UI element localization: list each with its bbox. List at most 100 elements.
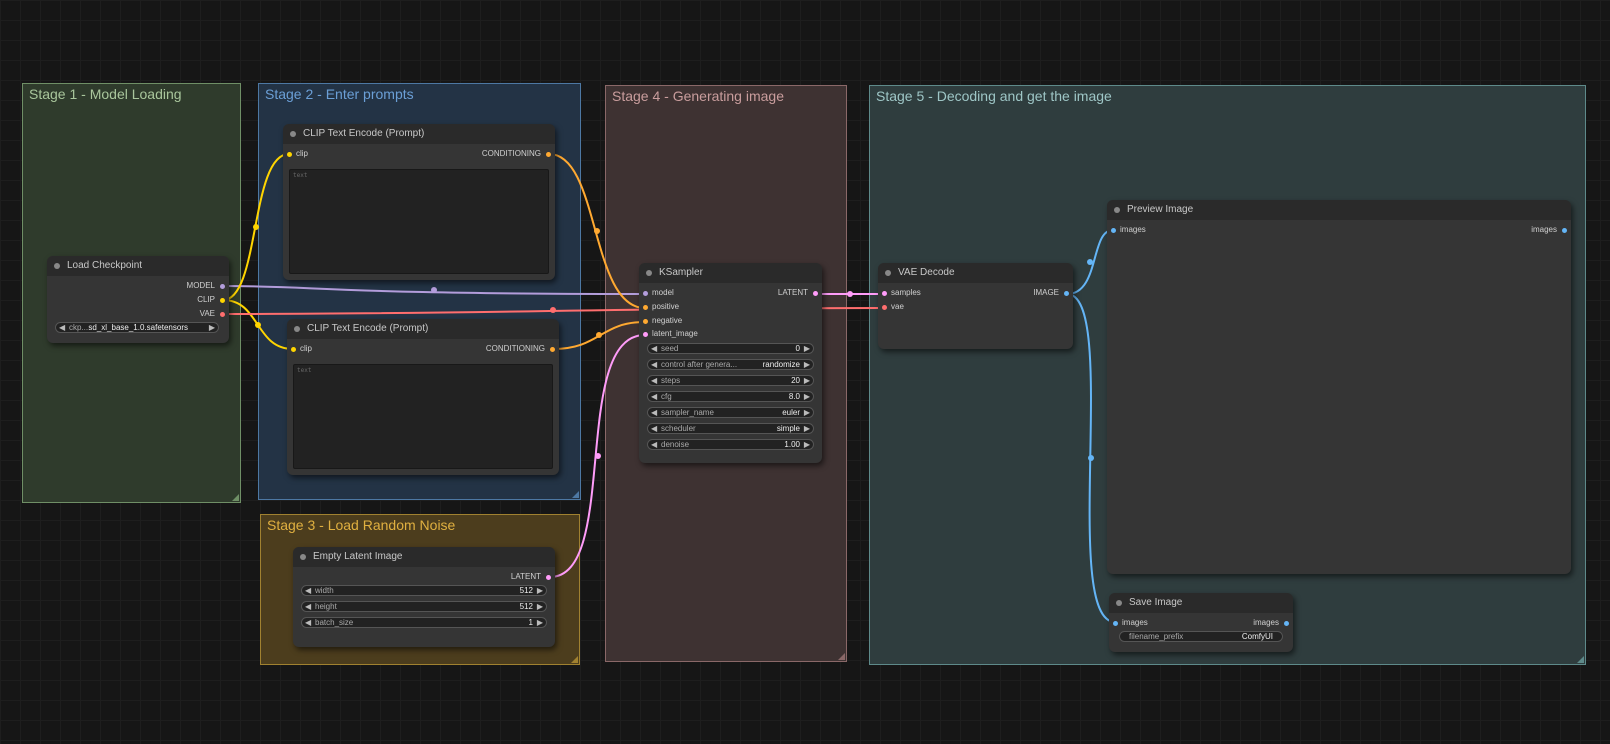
- output-vae-label: VAE: [199, 309, 215, 318]
- input-latent-image-dot[interactable]: [643, 332, 648, 337]
- output-latent-label: LATENT: [777, 288, 808, 297]
- input-positive-dot[interactable]: [643, 305, 648, 310]
- node-header[interactable]: CLIP Text Encode (Prompt): [283, 124, 555, 144]
- node-header[interactable]: Load Checkpoint: [47, 256, 229, 276]
- input-clip-dot[interactable]: [287, 152, 292, 157]
- group-resize-handle[interactable]: [571, 656, 578, 663]
- prompt-textarea[interactable]: text: [293, 364, 553, 469]
- arrow-right-icon[interactable]: ▶: [804, 424, 810, 433]
- node-ksampler[interactable]: KSampler model positive negative latent_…: [639, 263, 822, 463]
- arrow-right-icon[interactable]: ▶: [537, 586, 543, 595]
- group-title-stage3: Stage 3 - Load Random Noise: [267, 517, 456, 533]
- arrow-left-icon[interactable]: ◀: [305, 586, 311, 595]
- input-negative-dot[interactable]: [643, 319, 648, 324]
- width-widget[interactable]: ◀ width 512 ▶: [301, 585, 547, 596]
- arrow-right-icon[interactable]: ▶: [804, 440, 810, 449]
- output-conditioning-dot[interactable]: [550, 347, 555, 352]
- collapse-dot-icon[interactable]: [885, 270, 891, 276]
- input-model-dot[interactable]: [643, 291, 648, 296]
- output-latent-dot[interactable]: [813, 291, 818, 296]
- input-images-dot[interactable]: [1111, 228, 1116, 233]
- node-header[interactable]: CLIP Text Encode (Prompt): [287, 319, 559, 339]
- collapse-dot-icon[interactable]: [646, 270, 652, 276]
- collapse-dot-icon[interactable]: [294, 326, 300, 332]
- denoise-widget[interactable]: ◀ denoise 1.00 ▶: [647, 439, 814, 450]
- group-resize-handle[interactable]: [232, 494, 239, 501]
- arrow-right-icon[interactable]: ▶: [537, 618, 543, 627]
- arrow-left-icon[interactable]: ◀: [651, 408, 657, 417]
- node-empty-latent-image[interactable]: Empty Latent Image LATENT ◀ width 512 ▶ …: [293, 547, 555, 647]
- arrow-left-icon[interactable]: ◀: [651, 360, 657, 369]
- batch-size-widget[interactable]: ◀ batch_size 1 ▶: [301, 617, 547, 628]
- node-title: KSampler: [659, 267, 703, 278]
- group-title-stage1: Stage 1 - Model Loading: [29, 86, 182, 102]
- group-resize-handle[interactable]: [1577, 656, 1584, 663]
- arrow-left-icon[interactable]: ◀: [305, 618, 311, 627]
- output-clip-label: CLIP: [197, 295, 215, 304]
- node-header[interactable]: VAE Decode: [878, 263, 1073, 283]
- widget-label: batch_size: [315, 618, 354, 627]
- arrow-right-icon[interactable]: ▶: [804, 408, 810, 417]
- node-header[interactable]: Save Image: [1109, 593, 1293, 613]
- widget-label: width: [315, 586, 334, 595]
- prompt-textarea[interactable]: text: [289, 169, 549, 274]
- collapse-dot-icon[interactable]: [1116, 600, 1122, 606]
- arrow-left-icon[interactable]: ◀: [651, 440, 657, 449]
- arrow-left-icon[interactable]: ◀: [651, 392, 657, 401]
- node-header[interactable]: KSampler: [639, 263, 822, 283]
- node-vae-decode[interactable]: VAE Decode samples vae IMAGE: [878, 263, 1073, 349]
- cfg-widget[interactable]: ◀ cfg 8.0 ▶: [647, 391, 814, 402]
- output-conditioning-dot[interactable]: [546, 152, 551, 157]
- group-resize-handle[interactable]: [572, 491, 579, 498]
- output-images-dot[interactable]: [1284, 621, 1289, 626]
- input-vae-dot[interactable]: [882, 305, 887, 310]
- input-samples-dot[interactable]: [882, 291, 887, 296]
- arrow-left-icon[interactable]: ◀: [59, 323, 65, 332]
- output-clip-dot[interactable]: [220, 298, 225, 303]
- sampler-name-widget[interactable]: ◀ sampler_name euler ▶: [647, 407, 814, 418]
- widget-value: 20: [791, 376, 800, 385]
- collapse-dot-icon[interactable]: [1114, 207, 1120, 213]
- seed-widget[interactable]: ◀ seed 0 ▶: [647, 343, 814, 354]
- arrow-right-icon[interactable]: ▶: [804, 360, 810, 369]
- node-clip-text-encode-positive[interactable]: CLIP Text Encode (Prompt) clip CONDITION…: [283, 124, 555, 280]
- arrow-left-icon[interactable]: ◀: [651, 424, 657, 433]
- collapse-dot-icon[interactable]: [290, 131, 296, 137]
- output-images-dot[interactable]: [1562, 228, 1567, 233]
- arrow-right-icon[interactable]: ▶: [804, 344, 810, 353]
- node-header[interactable]: Preview Image: [1107, 200, 1571, 220]
- ckpt-name-combo[interactable]: ◀ ckp... sd_xl_base_1.0.safetensors ▶: [55, 322, 219, 333]
- arrow-right-icon[interactable]: ▶: [209, 323, 215, 332]
- arrow-right-icon[interactable]: ▶: [804, 376, 810, 385]
- steps-widget[interactable]: ◀ steps 20 ▶: [647, 375, 814, 386]
- output-vae-dot[interactable]: [220, 312, 225, 317]
- widget-value: 8.0: [788, 392, 800, 401]
- node-preview-image[interactable]: Preview Image images images: [1107, 200, 1571, 574]
- collapse-dot-icon[interactable]: [54, 263, 60, 269]
- output-model-dot[interactable]: [220, 284, 225, 289]
- node-clip-text-encode-negative[interactable]: CLIP Text Encode (Prompt) clip CONDITION…: [287, 319, 559, 475]
- arrow-left-icon[interactable]: ◀: [651, 344, 657, 353]
- output-latent-dot[interactable]: [546, 575, 551, 580]
- group-resize-handle[interactable]: [838, 653, 845, 660]
- output-image-dot[interactable]: [1064, 291, 1069, 296]
- node-load-checkpoint[interactable]: Load Checkpoint MODEL CLIP VAE ◀ ckp... …: [47, 256, 229, 343]
- node-save-image[interactable]: Save Image images images filename_prefix…: [1109, 593, 1293, 652]
- input-images-dot[interactable]: [1113, 621, 1118, 626]
- arrow-right-icon[interactable]: ▶: [537, 602, 543, 611]
- input-latent-image-label: latent_image: [652, 329, 698, 338]
- node-title: Preview Image: [1127, 204, 1194, 215]
- node-header[interactable]: Empty Latent Image: [293, 547, 555, 567]
- node-title: CLIP Text Encode (Prompt): [303, 128, 425, 139]
- widget-value: ComfyUI: [1241, 632, 1273, 641]
- arrow-right-icon[interactable]: ▶: [804, 392, 810, 401]
- filename-prefix-widget[interactable]: filename_prefix ComfyUI: [1119, 631, 1283, 642]
- height-widget[interactable]: ◀ height 512 ▶: [301, 601, 547, 612]
- arrow-left-icon[interactable]: ◀: [305, 602, 311, 611]
- node-title: CLIP Text Encode (Prompt): [307, 323, 429, 334]
- scheduler-widget[interactable]: ◀ scheduler simple ▶: [647, 423, 814, 434]
- collapse-dot-icon[interactable]: [300, 554, 306, 560]
- control-after-generate-widget[interactable]: ◀ control after genera... randomize ▶: [647, 359, 814, 370]
- arrow-left-icon[interactable]: ◀: [651, 376, 657, 385]
- input-clip-dot[interactable]: [291, 347, 296, 352]
